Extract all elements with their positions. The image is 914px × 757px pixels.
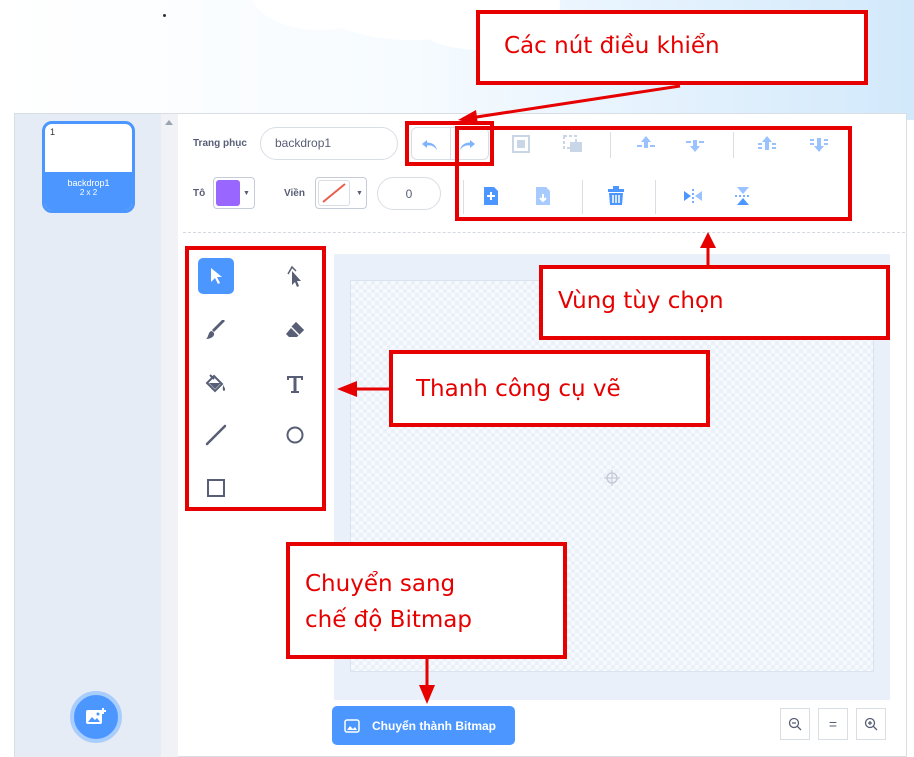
zoom-out-button[interactable] <box>780 708 810 740</box>
toolbar-divider <box>183 232 905 233</box>
controls-annotation: Các nút điều khiển <box>476 10 868 85</box>
toolbar-annotation-text: Thanh công cụ vẽ <box>416 376 621 402</box>
crosshair-icon <box>604 470 620 486</box>
zoom-in-icon <box>864 717 878 731</box>
toolbar-annotation: Thanh công cụ vẽ <box>389 350 710 427</box>
controls-annotation-text: Các nút điều khiển <box>504 33 720 59</box>
costume-caption: backdrop1 2 x 2 <box>45 172 132 210</box>
zoom-out-icon <box>788 717 802 731</box>
options-annotation-text: Vùng tùy chọn <box>558 288 724 314</box>
costume-label: Trang phục <box>193 138 247 149</box>
toolbar-highlight <box>185 246 326 511</box>
fill-color-swatch <box>216 180 240 206</box>
bitmap-annotation-line1: Chuyển sang <box>305 571 456 597</box>
bitmap-annotation-line2: chế độ Bitmap <box>305 607 472 633</box>
zoom-reset-button[interactable]: = <box>818 708 848 740</box>
image-icon <box>344 718 360 733</box>
options-annotation: Vùng tùy chọn <box>539 265 890 340</box>
costume-name: backdrop1 <box>67 178 110 188</box>
outline-width-input[interactable]: 0 <box>377 177 441 210</box>
outline-label: Viền <box>284 188 305 199</box>
chevron-down-icon: ▼ <box>243 190 250 197</box>
convert-to-bitmap-button[interactable]: Chuyển thành Bitmap <box>332 706 515 745</box>
convert-to-bitmap-label: Chuyển thành Bitmap <box>372 718 497 733</box>
costume-thumbnail[interactable]: 1 backdrop1 2 x 2 <box>42 121 135 213</box>
no-color-icon <box>322 183 346 203</box>
options-highlight <box>455 126 852 221</box>
fill-color-picker[interactable]: ▼ <box>213 177 255 209</box>
outline-color-picker[interactable]: ▼ <box>315 177 367 209</box>
costume-list-scrollbar[interactable] <box>161 114 178 757</box>
bitmap-annotation: Chuyển sang chế độ Bitmap <box>286 542 567 659</box>
costume-size: 2 x 2 <box>79 188 98 197</box>
chevron-down-icon: ▼ <box>356 190 363 197</box>
add-backdrop-icon <box>86 708 106 724</box>
zoom-in-button[interactable] <box>856 708 886 740</box>
bullet-dot <box>163 14 166 17</box>
fill-label: Tô <box>193 188 206 199</box>
no-outline-swatch <box>318 180 350 206</box>
add-backdrop-button[interactable] <box>70 691 122 743</box>
costume-number: 1 <box>50 127 56 137</box>
costume-name-input[interactable]: backdrop1 <box>260 127 398 160</box>
scroll-up-icon[interactable] <box>165 120 173 125</box>
